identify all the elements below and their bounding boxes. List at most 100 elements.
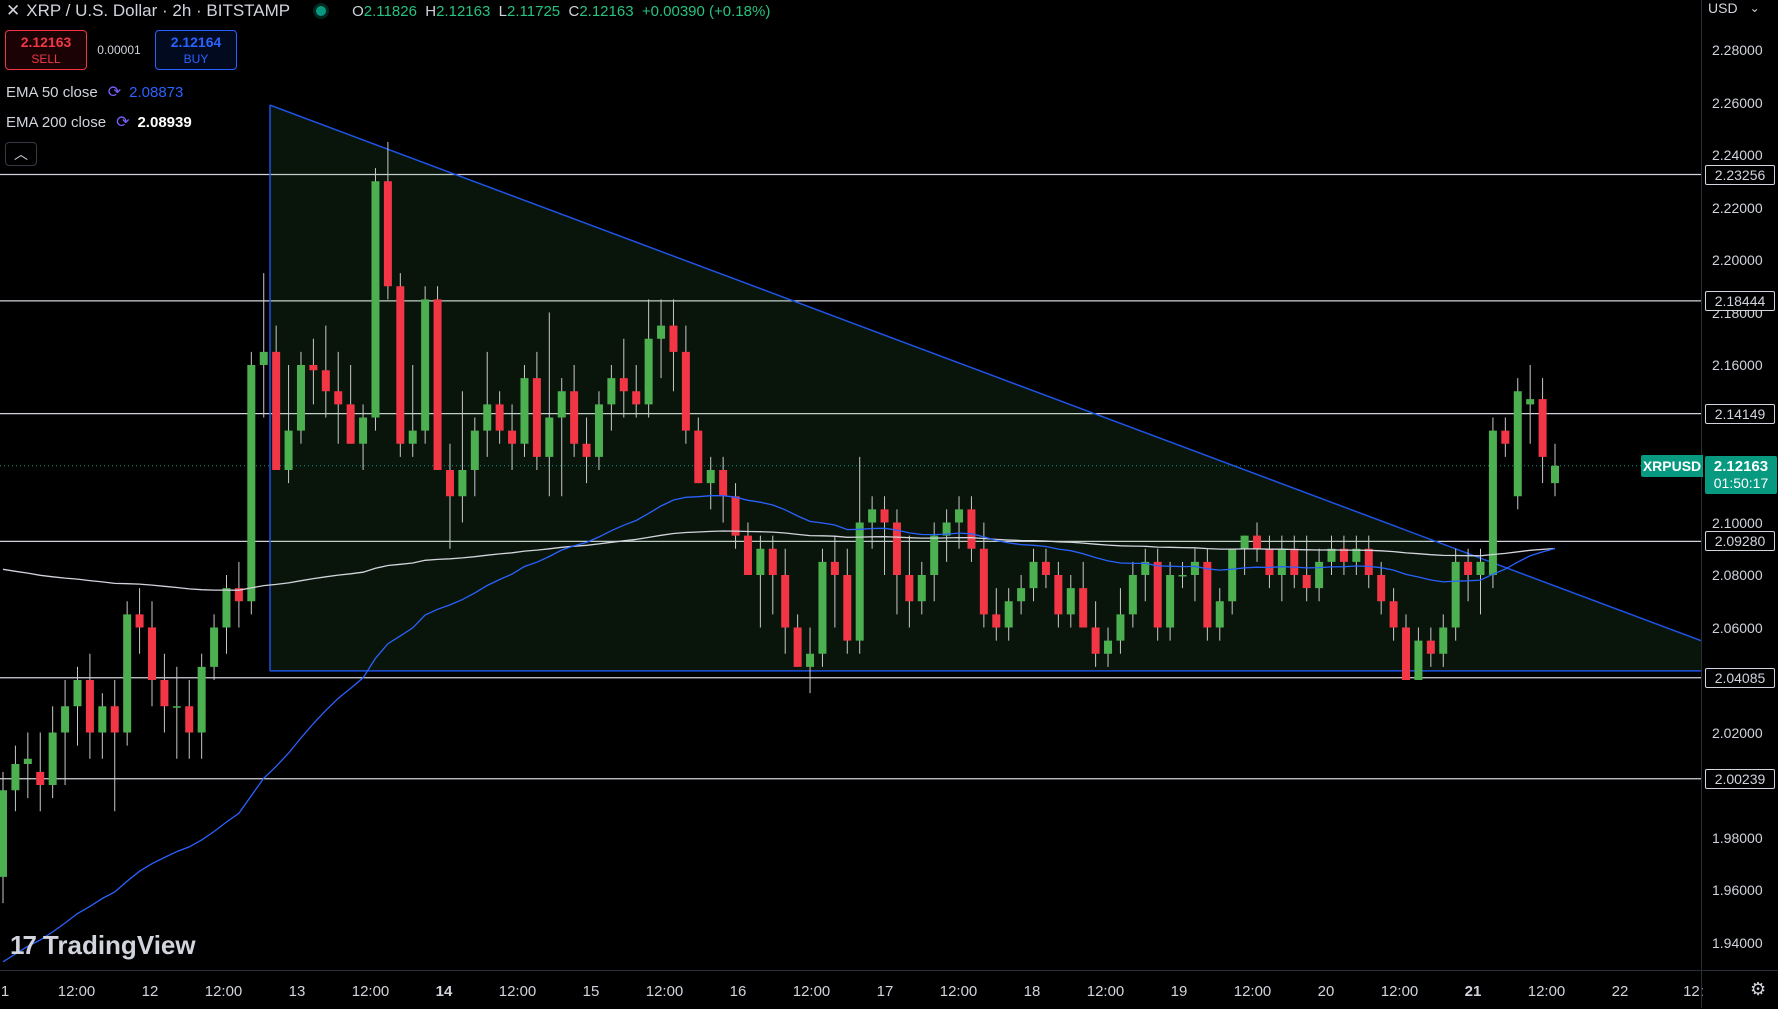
- price-level-label[interactable]: 2.18444: [1705, 290, 1775, 311]
- price-chart[interactable]: [0, 0, 1701, 970]
- time-tick: 14: [435, 983, 453, 1000]
- candle: [98, 693, 107, 759]
- close-icon[interactable]: ✕: [6, 1, 20, 21]
- price-tick: 2.10000: [1712, 514, 1763, 531]
- indicator-ema50[interactable]: EMA 50 close ⟳ 2.08873: [6, 81, 183, 103]
- time-tick: 16: [729, 983, 747, 1000]
- time-tick: 21: [1464, 983, 1482, 1000]
- candle: [1488, 417, 1497, 589]
- bar-countdown: 01:50:17: [1713, 475, 1769, 492]
- candle: [1203, 548, 1212, 641]
- tradingview-logo: 17 TradingView: [10, 930, 196, 960]
- candle: [61, 680, 70, 785]
- price-tick: 2.08000: [1712, 567, 1763, 583]
- time-tick: 1: [0, 983, 10, 1000]
- price-tick: 2.24000: [1712, 147, 1763, 163]
- time-tick: 12:00: [1527, 983, 1566, 1000]
- candle: [197, 653, 206, 759]
- candle: [135, 588, 144, 654]
- gear-icon[interactable]: ⚙: [1750, 979, 1766, 1000]
- candle: [222, 575, 231, 654]
- price-tick: 2.26000: [1712, 94, 1763, 111]
- buy-button[interactable]: 2.12164 BUY: [155, 30, 237, 70]
- candle: [520, 365, 529, 457]
- candle: [185, 680, 194, 759]
- candle: [296, 351, 305, 444]
- price-tick: 1.98000: [1712, 829, 1763, 846]
- currency-selector[interactable]: USD ⌄: [1708, 0, 1760, 16]
- time-tick: 13: [288, 983, 306, 1000]
- loading-icon: ⟳: [107, 84, 122, 101]
- candle: [371, 168, 380, 431]
- price-tick: 2.20000: [1712, 252, 1763, 268]
- price-tick: 2.06000: [1712, 619, 1763, 636]
- price-level-label[interactable]: 2.23256: [1705, 164, 1775, 185]
- sell-button[interactable]: 2.12163 SELL: [5, 30, 87, 70]
- candle: [147, 601, 156, 707]
- candle: [1538, 378, 1547, 484]
- time-axis[interactable]: 1 12:00 12 12:00 13 12:00 14 12:00 15 12:00 16 12:0…: [0, 970, 1704, 1009]
- candle: [1451, 548, 1460, 641]
- candle: [11, 745, 20, 812]
- time-tick: 18: [1023, 983, 1041, 1000]
- price-tick: 2.16000: [1712, 357, 1763, 373]
- spread-value: 0.00001: [97, 43, 141, 57]
- price-axis[interactable]: USD ⌄ 2.28000 2.26000 2.24000 2.22000 2.20000…: [1701, 0, 1778, 1008]
- current-price-label: 2.12163 01:50:17: [1705, 455, 1777, 494]
- price-tick: 1.94000: [1712, 934, 1763, 951]
- candle: [85, 653, 94, 759]
- candle: [23, 732, 32, 799]
- tradingview-logo-icon: 17: [10, 930, 37, 960]
- time-tick: 22: [1611, 983, 1629, 1000]
- time-tick: 12:00: [1086, 983, 1125, 1000]
- price-level-label[interactable]: 2.14149: [1705, 403, 1775, 424]
- price-tick: 2.22000: [1712, 199, 1763, 216]
- candle: [172, 666, 181, 759]
- candle: [1526, 365, 1535, 444]
- time-tick: 12:00: [1380, 983, 1419, 1000]
- loading-icon: ⟳: [116, 114, 130, 131]
- time-tick: 12:00: [645, 983, 684, 1000]
- candle: [396, 273, 405, 457]
- price-tick: 1.96000: [1712, 882, 1763, 898]
- time-tick: 12:00: [1233, 983, 1272, 1000]
- axis-settings[interactable]: ⚙: [1701, 970, 1778, 1008]
- price-level-label[interactable]: 2.00239: [1705, 768, 1775, 789]
- candle: [247, 351, 256, 615]
- price-level-label[interactable]: 2.04085: [1705, 667, 1775, 688]
- candle: [210, 614, 219, 680]
- price-tick: 2.28000: [1712, 42, 1763, 58]
- indicator-ema200[interactable]: EMA 200 close ⟳ 2.08939: [6, 111, 192, 133]
- candle: [110, 680, 119, 812]
- time-tick: 12:00: [498, 983, 537, 1000]
- candle: [1551, 443, 1559, 497]
- candle: [1153, 548, 1162, 641]
- symbol-price-tag: XRPUSD: [1641, 454, 1703, 477]
- time-tick: 12:00: [351, 983, 390, 1000]
- time-tick: 20: [1317, 983, 1335, 1000]
- chevron-up-icon: ︿: [14, 146, 28, 162]
- symbol-title[interactable]: XRP / U.S. Dollar · 2h · BITSTAMP: [26, 1, 290, 21]
- candle: [1501, 417, 1510, 457]
- time-tick: 12:00: [204, 983, 243, 1000]
- time-tick: 12:00: [57, 983, 96, 1000]
- candle: [0, 771, 7, 904]
- candle: [234, 561, 243, 628]
- trade-buttons: 2.12163 SELL 0.00001 2.12164 BUY: [5, 30, 237, 70]
- candle: [123, 601, 132, 746]
- collapse-indicators-button[interactable]: ︿: [5, 142, 37, 166]
- time-tick: 17: [876, 983, 894, 1000]
- candle: [73, 666, 82, 746]
- price-tick: 2.02000: [1712, 724, 1763, 741]
- candle: [1513, 378, 1522, 510]
- time-tick: 15: [582, 983, 600, 1000]
- candle: [36, 732, 45, 812]
- candle: [433, 286, 442, 470]
- chevron-down-icon: ⌄: [1749, 1, 1760, 15]
- time-tick: 12: [141, 983, 159, 1000]
- candle: [259, 273, 268, 418]
- market-open-icon: [316, 6, 327, 16]
- price-level-label[interactable]: 2.09280: [1705, 531, 1775, 552]
- time-tick: 19: [1170, 983, 1188, 1000]
- symbol-legend: ✕ XRP / U.S. Dollar · 2h · BITSTAMP O2.1…: [6, 0, 770, 22]
